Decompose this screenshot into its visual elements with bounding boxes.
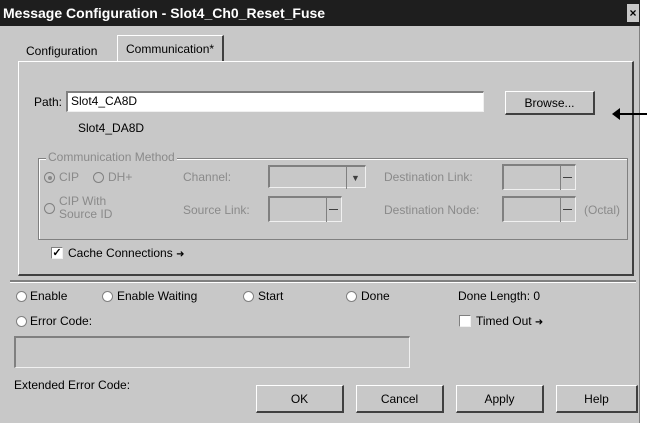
enable-indicator <box>16 291 27 302</box>
done-label: Done <box>361 289 390 303</box>
tab-configuration[interactable]: Configuration <box>26 44 97 58</box>
cache-connections-label: Cache Connections ➜ <box>68 246 184 260</box>
destination-node-label: Destination Node: <box>384 203 480 217</box>
apply-button[interactable]: Apply <box>456 385 544 413</box>
browse-button-label: Browse... <box>524 96 575 110</box>
cip-radio[interactable] <box>44 172 55 183</box>
arrow-right-icon: ➜ <box>176 249 185 260</box>
cip-source-id-radio[interactable] <box>44 203 55 214</box>
timed-out-text: Timed Out <box>476 314 532 328</box>
timed-out-checkbox <box>459 315 471 327</box>
close-icon[interactable]: × <box>627 4 639 22</box>
ok-button[interactable]: OK <box>256 385 344 413</box>
resolved-path-text: Slot4_DA8D <box>78 121 145 135</box>
destination-link-label: Destination Link: <box>384 170 473 184</box>
tab-communication[interactable]: Communication* <box>117 35 225 61</box>
enable-label: Enable <box>30 289 68 303</box>
enable-waiting-indicator <box>102 291 113 302</box>
cache-connections-text: Cache Connections <box>68 246 173 260</box>
start-label: Start <box>258 289 284 303</box>
spinner-icon <box>560 166 574 190</box>
extended-error-label: Extended Error Code: <box>14 378 131 392</box>
communication-method-title: Communication Method <box>46 150 177 164</box>
cancel-button[interactable]: Cancel <box>356 385 444 413</box>
spinner-icon <box>326 198 340 222</box>
dhplus-radio[interactable] <box>93 172 104 183</box>
callout-arrow-icon <box>612 108 647 120</box>
message-configuration-dialog: Message Configuration - Slot4_Ch0_Reset_… <box>0 0 647 423</box>
source-link-label: Source Link: <box>183 203 250 217</box>
path-input[interactable]: Slot4_CA8D <box>66 91 484 112</box>
channel-dropdown[interactable]: ▼ <box>268 165 366 189</box>
title-bar: Message Configuration - Slot4_Ch0_Reset_… <box>0 0 640 26</box>
start-indicator <box>243 291 254 302</box>
destination-link-spinner[interactable] <box>502 164 576 190</box>
help-button[interactable]: Help <box>556 385 638 413</box>
path-label: Path: <box>34 95 63 109</box>
destination-node-spinner[interactable] <box>502 196 576 222</box>
browse-button[interactable]: Browse... <box>505 91 595 115</box>
cip-label: CIP <box>59 170 80 184</box>
chevron-down-icon: ▼ <box>346 167 364 189</box>
cip-source-id-label: CIP With Source ID <box>59 195 112 221</box>
error-text-box <box>14 336 410 368</box>
dhplus-label: DH+ <box>108 170 133 184</box>
done-indicator <box>346 291 357 302</box>
enable-waiting-label: Enable Waiting <box>117 289 198 303</box>
error-code-indicator <box>16 316 27 327</box>
timed-out-label: Timed Out ➜ <box>476 314 543 328</box>
window-title: Message Configuration - Slot4_Ch0_Reset_… <box>3 5 326 21</box>
arrow-right-icon: ➜ <box>534 317 544 328</box>
channel-label: Channel: <box>183 170 232 184</box>
cip-source-line2: Source ID <box>59 207 113 221</box>
source-link-spinner[interactable] <box>268 196 342 222</box>
cache-connections-checkbox[interactable]: ✓ <box>51 247 63 259</box>
done-length-text: Done Length: 0 <box>458 289 541 303</box>
spinner-icon <box>560 198 574 222</box>
octal-label: (Octal) <box>584 203 620 217</box>
error-code-label: Error Code: <box>30 314 93 328</box>
separator <box>10 280 636 283</box>
